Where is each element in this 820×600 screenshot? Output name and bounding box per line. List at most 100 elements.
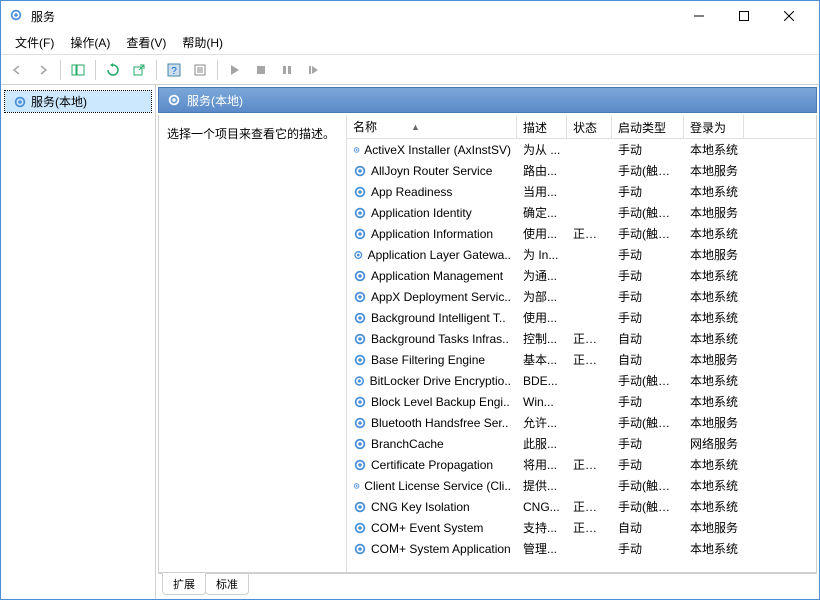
close-button[interactable] <box>766 2 811 31</box>
service-row[interactable]: ActiveX Installer (AxInstSV)为从 ...手动本地系统 <box>347 139 816 160</box>
service-row[interactable]: Application Identity确定...手动(触发...本地服务 <box>347 202 816 223</box>
service-logon: 本地服务 <box>684 204 744 221</box>
refresh-button[interactable] <box>101 58 125 82</box>
sort-asc-icon: ▲ <box>411 122 420 132</box>
service-logon: 本地系统 <box>684 183 744 200</box>
service-logon: 本地服务 <box>684 519 744 536</box>
menu-help[interactable]: 帮助(H) <box>176 32 229 53</box>
service-startup: 手动 <box>612 540 684 557</box>
col-desc[interactable]: 描述 <box>517 115 567 138</box>
toolbar: ? <box>1 55 819 85</box>
service-row[interactable]: Bluetooth Handsfree Ser..允许...手动(触发...本地… <box>347 412 816 433</box>
tree-pane[interactable]: 服务(本地) <box>1 85 156 599</box>
service-logon: 本地系统 <box>684 330 744 347</box>
service-name: Application Identity <box>371 206 472 220</box>
service-row[interactable]: App Readiness当用...手动本地系统 <box>347 181 816 202</box>
restart-service-button[interactable] <box>301 58 325 82</box>
service-desc: 允许... <box>517 414 567 431</box>
forward-button[interactable] <box>31 58 55 82</box>
service-name: Application Layer Gatewa.. <box>368 248 511 262</box>
service-row[interactable]: Application Information使用...正在...手动(触发..… <box>347 223 816 244</box>
service-row[interactable]: Application Layer Gatewa..为 In...手动本地服务 <box>347 244 816 265</box>
service-logon: 网络服务 <box>684 435 744 452</box>
service-status: 正在... <box>567 225 612 242</box>
services-window: 服务 文件(F) 操作(A) 查看(V) 帮助(H) ? 服务(本地) <box>0 0 820 600</box>
stop-service-button[interactable] <box>249 58 273 82</box>
service-name: COM+ System Application <box>371 542 511 556</box>
back-button[interactable] <box>5 58 29 82</box>
right-pane: 服务(本地) 选择一个项目来查看它的描述。 名称▲ 描述 状态 启动类型 登录为… <box>156 85 819 599</box>
service-desc: 为部... <box>517 288 567 305</box>
service-startup: 手动(触发... <box>612 414 684 431</box>
service-startup: 手动(触发... <box>612 477 684 494</box>
list-pane: 名称▲ 描述 状态 启动类型 登录为 ActiveX Installer (Ax… <box>347 115 816 572</box>
menu-file[interactable]: 文件(F) <box>9 32 60 53</box>
service-desc: 基本... <box>517 351 567 368</box>
col-logon[interactable]: 登录为 <box>684 115 744 138</box>
service-logon: 本地系统 <box>684 477 744 494</box>
tab-extended[interactable]: 扩展 <box>162 573 206 595</box>
pane-header: 服务(本地) <box>158 87 817 113</box>
tree-node-services-local[interactable]: 服务(本地) <box>5 91 151 112</box>
tab-standard[interactable]: 标准 <box>205 574 249 595</box>
service-desc: 使用... <box>517 225 567 242</box>
service-row[interactable]: Background Tasks Infras..控制...正在...自动本地系… <box>347 328 816 349</box>
column-headers: 名称▲ 描述 状态 启动类型 登录为 <box>347 115 816 139</box>
service-row[interactable]: Certificate Propagation将用...正在...手动本地系统 <box>347 454 816 475</box>
service-row[interactable]: COM+ System Application管理...手动本地系统 <box>347 538 816 559</box>
gear-icon <box>353 542 367 556</box>
service-rows[interactable]: ActiveX Installer (AxInstSV)为从 ...手动本地系统… <box>347 139 816 572</box>
col-status[interactable]: 状态 <box>567 115 612 138</box>
service-row[interactable]: COM+ Event System支持...正在...自动本地服务 <box>347 517 816 538</box>
service-name: CNG Key Isolation <box>371 500 470 514</box>
service-status: 正在... <box>567 519 612 536</box>
service-row[interactable]: Application Management为通...手动本地系统 <box>347 265 816 286</box>
service-row[interactable]: Block Level Backup Engi..Win...手动本地系统 <box>347 391 816 412</box>
service-startup: 手动 <box>612 141 684 158</box>
menu-action[interactable]: 操作(A) <box>64 32 116 53</box>
service-desc: 为 In... <box>517 246 567 263</box>
service-desc: Win... <box>517 395 567 409</box>
service-desc: 支持... <box>517 519 567 536</box>
service-status: 正在... <box>567 351 612 368</box>
start-service-button[interactable] <box>223 58 247 82</box>
gear-icon <box>353 164 367 178</box>
gear-icon <box>353 353 367 367</box>
service-startup: 手动 <box>612 183 684 200</box>
service-startup: 手动(触发... <box>612 204 684 221</box>
service-row[interactable]: AppX Deployment Servic..为部...手动本地系统 <box>347 286 816 307</box>
service-row[interactable]: AllJoyn Router Service路由...手动(触发...本地服务 <box>347 160 816 181</box>
show-hide-tree-button[interactable] <box>66 58 90 82</box>
service-desc: 将用... <box>517 456 567 473</box>
service-startup: 手动(触发... <box>612 498 684 515</box>
description-prompt: 选择一个项目来查看它的描述。 <box>167 125 338 142</box>
help-button[interactable]: ? <box>162 58 186 82</box>
service-row[interactable]: CNG Key IsolationCNG...正在...手动(触发...本地系统 <box>347 496 816 517</box>
service-status: 正在... <box>567 456 612 473</box>
service-row[interactable]: Client License Service (Cli..提供...手动(触发.… <box>347 475 816 496</box>
service-startup: 自动 <box>612 519 684 536</box>
gear-icon <box>353 500 367 514</box>
maximize-button[interactable] <box>721 2 766 31</box>
service-startup: 手动 <box>612 288 684 305</box>
service-logon: 本地系统 <box>684 225 744 242</box>
export-button[interactable] <box>127 58 151 82</box>
pause-service-button[interactable] <box>275 58 299 82</box>
service-logon: 本地系统 <box>684 498 744 515</box>
col-name[interactable]: 名称▲ <box>347 115 517 138</box>
service-logon: 本地系统 <box>684 267 744 284</box>
service-logon: 本地系统 <box>684 288 744 305</box>
service-name: Background Tasks Infras.. <box>371 332 509 346</box>
service-desc: 管理... <box>517 540 567 557</box>
service-name: Certificate Propagation <box>371 458 493 472</box>
properties-button[interactable] <box>188 58 212 82</box>
menu-view[interactable]: 查看(V) <box>120 32 172 53</box>
titlebar[interactable]: 服务 <box>1 1 819 31</box>
view-tabs: 扩展 标准 <box>158 573 817 595</box>
col-startup[interactable]: 启动类型 <box>612 115 684 138</box>
service-row[interactable]: BranchCache此服...手动网络服务 <box>347 433 816 454</box>
minimize-button[interactable] <box>676 2 721 31</box>
service-row[interactable]: Background Intelligent T..使用...手动本地系统 <box>347 307 816 328</box>
service-row[interactable]: Base Filtering Engine基本...正在...自动本地服务 <box>347 349 816 370</box>
service-row[interactable]: BitLocker Drive Encryptio..BDE...手动(触发..… <box>347 370 816 391</box>
